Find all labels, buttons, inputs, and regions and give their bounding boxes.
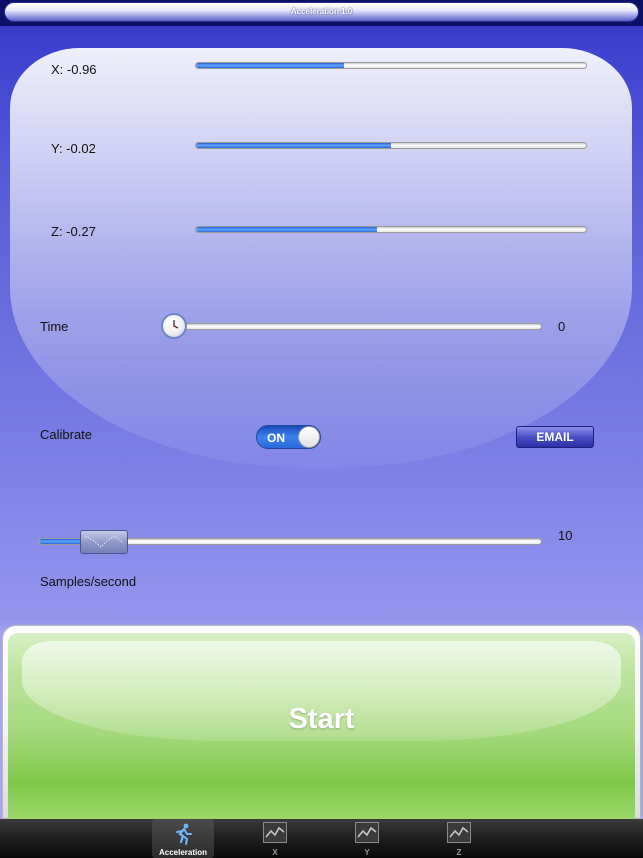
z-axis-fill	[196, 227, 378, 232]
email-button[interactable]: EMAIL	[516, 426, 594, 448]
calibrate-toggle[interactable]: ON	[256, 425, 321, 449]
running-person-icon	[176, 823, 192, 845]
y-axis-progress	[195, 142, 587, 149]
samples-label: Samples/second	[40, 574, 137, 589]
tab-label: Acceleration	[158, 848, 208, 857]
time-slider[interactable]	[178, 323, 542, 330]
start-button-label: Start	[288, 703, 355, 735]
x-axis-label: X: -0.96	[51, 62, 97, 77]
y-axis-label: Y: -0.02	[51, 141, 96, 156]
time-label: Time	[40, 319, 69, 334]
tab-z[interactable]: Z	[428, 819, 490, 858]
tab-bar: Acceleration X Y Z	[0, 819, 643, 858]
line-graph-icon	[355, 822, 379, 843]
tab-acceleration[interactable]: Acceleration	[152, 819, 214, 858]
toggle-on-text: ON	[267, 431, 285, 445]
title-bar: Acceleration 1.0	[0, 0, 643, 26]
samples-slider-thumb[interactable]	[80, 530, 128, 554]
samples-value: 10	[558, 528, 573, 543]
tab-label: X	[272, 848, 278, 857]
time-value: 0	[558, 319, 566, 334]
clock-icon[interactable]	[161, 313, 187, 339]
app-title: Acceleration 1.0	[290, 7, 353, 16]
toggle-knob	[298, 426, 320, 448]
samples-slider-fill	[39, 539, 85, 544]
x-axis-fill	[196, 63, 345, 68]
x-axis-progress	[195, 62, 587, 69]
tab-label: Z	[456, 848, 462, 857]
glossy-panel	[10, 48, 632, 468]
z-axis-label: Z: -0.27	[51, 224, 96, 239]
tab-y[interactable]: Y	[336, 819, 398, 858]
tab-label: Y	[364, 848, 370, 857]
y-axis-fill	[196, 143, 391, 148]
tab-x[interactable]: X	[244, 819, 306, 858]
start-button[interactable]: Start	[8, 633, 635, 819]
calibrate-label: Calibrate	[40, 427, 93, 442]
line-graph-icon	[263, 822, 287, 843]
z-axis-progress	[195, 226, 587, 233]
line-graph-icon	[447, 822, 471, 843]
